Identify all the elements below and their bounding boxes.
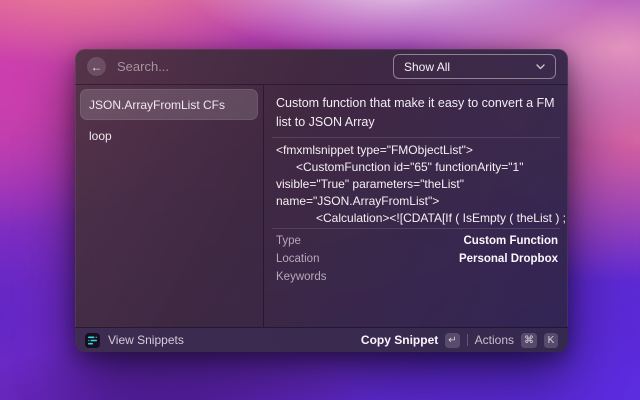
k-keycap: K [544, 333, 558, 348]
meta-label: Location [276, 253, 319, 265]
meta-value: Custom Function [463, 235, 558, 247]
search-input[interactable] [117, 59, 382, 74]
status-bar: View Snippets Copy Snippet ↵ Actions ⌘ K [75, 327, 568, 352]
status-bar-actions: Copy Snippet ↵ Actions ⌘ K [361, 333, 558, 348]
actions-button[interactable]: Actions [475, 333, 514, 347]
snippet-detail-panel: Custom function that make it easy to con… [264, 85, 568, 327]
empty-space [264, 286, 568, 327]
code-line: <Calculation><![CDATA[If ( IsEmpty ( the… [276, 210, 556, 227]
snippet-list: JSON.ArrayFromList CFs loop [75, 85, 264, 327]
window-body: JSON.ArrayFromList CFs loop Custom funct… [75, 85, 568, 327]
back-button[interactable]: ← [87, 57, 106, 76]
meta-row-type: Type Custom Function [276, 232, 558, 250]
view-snippets-label: View Snippets [108, 333, 184, 347]
chevron-down-icon [536, 64, 545, 70]
list-item-json-arrayfromlist[interactable]: JSON.ArrayFromList CFs [80, 89, 258, 120]
meta-row-keywords: Keywords [276, 268, 558, 286]
snippet-list-icon [85, 333, 100, 348]
metadata-section: Type Custom Function Location Personal D… [264, 229, 568, 286]
meta-row-location: Location Personal Dropbox [276, 250, 558, 268]
meta-label: Type [276, 235, 301, 247]
view-snippets-button[interactable]: View Snippets [85, 333, 184, 348]
filter-selected-value: Show All [404, 60, 450, 74]
command-keycap: ⌘ [521, 333, 537, 348]
arrow-left-icon: ← [91, 61, 103, 73]
code-block: <fmxmlsnippet type="FMObjectList"> <Cust… [264, 138, 568, 228]
code-line: <CustomFunction id="65" functionArity="1… [276, 159, 556, 176]
copy-snippet-button[interactable]: Copy Snippet [361, 333, 438, 347]
list-item-loop[interactable]: loop [80, 120, 258, 151]
return-keycap: ↵ [445, 333, 459, 348]
code-line: <fmxmlsnippet type="FMObjectList"> [276, 142, 556, 159]
code-line: visible="True" parameters="theList" [276, 176, 556, 193]
filter-dropdown[interactable]: Show All [393, 54, 556, 79]
meta-value: Personal Dropbox [459, 253, 558, 265]
code-line: name="JSON.ArrayFromList"> [276, 193, 556, 210]
snippet-description: Custom function that make it easy to con… [264, 85, 568, 137]
search-bar: ← Show All [75, 49, 568, 85]
snippets-app-window: ← Show All JSON.ArrayFromList CFs loop C… [75, 49, 568, 352]
meta-label: Keywords [276, 271, 327, 283]
divider [467, 334, 468, 346]
